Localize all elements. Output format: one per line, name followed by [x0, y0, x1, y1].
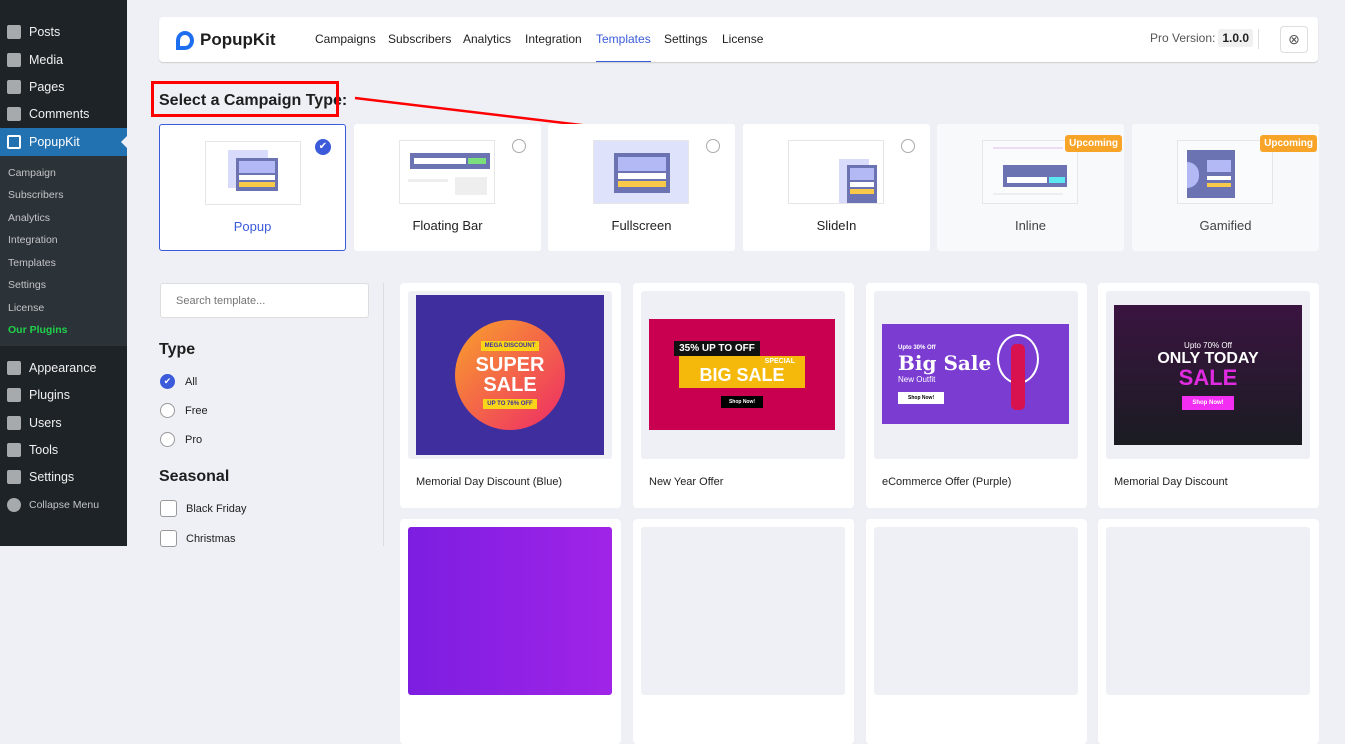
art-text: New Outfit — [898, 374, 936, 384]
campaign-type-gamified: Upcoming Gamified — [1132, 124, 1319, 251]
type-label: Popup — [233, 219, 272, 234]
template-card[interactable] — [1098, 519, 1319, 744]
upcoming-badge: Upcoming — [1260, 135, 1317, 152]
template-card[interactable]: Upto 70% Off ONLY TODAY SALE Shop Now! M… — [1098, 283, 1319, 508]
search-template-input[interactable] — [160, 283, 369, 318]
type-label: Inline — [1014, 218, 1047, 233]
template-preview: 35% UP TO OFF SPECIAL BIG SALE Shop Now! — [641, 291, 845, 459]
radio-button[interactable] — [901, 139, 915, 153]
art-text: Big Sale — [898, 350, 992, 375]
radio-checked-icon: ✔ — [160, 374, 175, 389]
option-label: Black Friday — [186, 502, 247, 515]
template-preview — [408, 527, 612, 695]
slidein-illustration — [788, 140, 884, 204]
template-name: Memorial Day Discount (Blue) — [416, 476, 563, 488]
radio-icon — [160, 403, 175, 418]
art-text: Shop Now! — [1182, 395, 1234, 410]
campaign-type-slidein[interactable]: SlideIn — [743, 124, 930, 251]
type-option-pro[interactable]: Pro — [160, 432, 202, 447]
radio-icon — [160, 432, 175, 447]
art-text: SUPER SALE — [475, 354, 545, 396]
template-card[interactable]: MEGA DISCOUNT SUPER SALE UP TO 76% OFF M… — [400, 283, 621, 508]
art-text: Shop Now! — [720, 396, 764, 408]
seasonal-filter-heading: Seasonal — [159, 468, 230, 485]
checkbox-icon — [160, 530, 177, 547]
popup-illustration — [205, 141, 301, 205]
seasonal-option-christmas[interactable]: Christmas — [160, 530, 236, 547]
template-preview — [874, 527, 1078, 695]
fullscreen-illustration — [593, 140, 689, 204]
art-text: SPECIAL — [764, 358, 795, 365]
option-label: All — [185, 375, 198, 388]
template-preview: Upto 70% Off ONLY TODAY SALE Shop Now! — [1106, 291, 1310, 459]
floating-bar-illustration — [399, 140, 495, 204]
seasonal-option-black-friday[interactable]: Black Friday — [160, 500, 247, 517]
template-preview: MEGA DISCOUNT SUPER SALE UP TO 76% OFF — [408, 291, 612, 459]
type-option-free[interactable]: Free — [160, 403, 208, 418]
template-name: New Year Offer — [649, 476, 724, 488]
campaign-type-fullscreen[interactable]: Fullscreen — [548, 124, 735, 251]
template-card[interactable]: 35% UP TO OFF SPECIAL BIG SALE Shop Now! … — [633, 283, 854, 508]
art-text: Upto 70% Off — [1184, 340, 1232, 350]
art-text: 35% UP TO OFF — [674, 341, 760, 356]
template-preview: Upto 30% Off Big Sale New Outfit Shop No… — [874, 291, 1078, 459]
option-label: Free — [185, 404, 208, 417]
check-icon: ✔ — [315, 139, 331, 155]
template-card[interactable] — [866, 519, 1087, 744]
type-label: Fullscreen — [611, 218, 672, 233]
template-card[interactable] — [400, 519, 621, 744]
type-filter-heading: Type — [159, 341, 196, 358]
model-figure — [1011, 344, 1025, 410]
radio-button[interactable] — [512, 139, 526, 153]
template-preview — [1106, 527, 1310, 695]
template-name: eCommerce Offer (Purple) — [882, 476, 1012, 488]
template-name: Memorial Day Discount — [1114, 476, 1228, 488]
campaign-type-floating-bar[interactable]: Floating Bar — [354, 124, 541, 251]
checkbox-icon — [160, 500, 177, 517]
type-label: Floating Bar — [412, 218, 483, 233]
type-label: Gamified — [1199, 218, 1252, 233]
divider — [383, 283, 384, 546]
upcoming-badge: Upcoming — [1065, 135, 1122, 152]
option-label: Christmas — [186, 532, 236, 545]
template-card[interactable] — [633, 519, 854, 744]
art-text: MEGA DISCOUNT — [480, 341, 540, 351]
art-text: UP TO 76% OFF — [483, 399, 537, 409]
inline-illustration — [982, 140, 1078, 204]
gamified-illustration — [1177, 140, 1273, 204]
option-label: Pro — [185, 433, 203, 446]
art-text: Shop Now! — [898, 391, 945, 404]
type-option-all[interactable]: ✔ All — [160, 374, 197, 389]
type-label: SlideIn — [816, 218, 857, 233]
radio-button[interactable] — [706, 139, 720, 153]
art-text: BIG SALE — [699, 365, 785, 385]
art-text: SALE — [1178, 364, 1238, 390]
template-preview — [641, 527, 845, 695]
campaign-type-popup[interactable]: ✔ Popup — [159, 124, 346, 251]
template-card[interactable]: Upto 30% Off Big Sale New Outfit Shop No… — [866, 283, 1087, 508]
campaign-type-inline: Upcoming Inline — [937, 124, 1124, 251]
